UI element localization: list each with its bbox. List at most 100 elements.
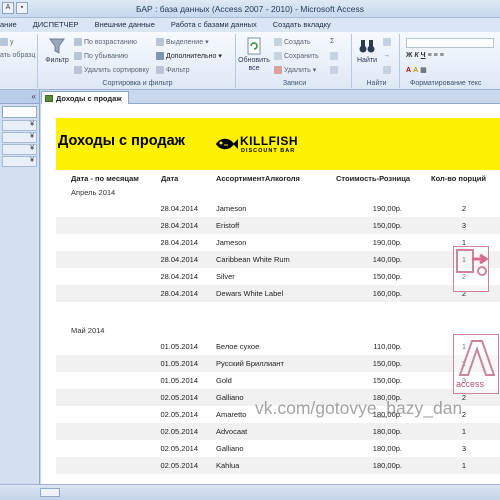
- cell-qty: 2: [461, 204, 467, 213]
- cut-icon: [0, 38, 8, 46]
- chevron-down-icon: ▾: [205, 39, 209, 46]
- cell-date: 28.04.2014: [160, 221, 198, 230]
- cell-assortment: Белое сухое: [216, 342, 260, 351]
- replace-icon: [383, 38, 391, 46]
- selection-icon: [156, 38, 164, 46]
- cell-date: 28.04.2014: [160, 272, 198, 281]
- text-formatting-group: Ж К Ч ≡ ≡ ≡ A A ▦ Форматирование текс: [402, 34, 500, 88]
- delete-record-button[interactable]: Удалить ▾: [274, 66, 316, 74]
- replace-button[interactable]: [383, 38, 391, 46]
- filter-button[interactable]: Фильтр: [43, 37, 71, 64]
- align-right-icon[interactable]: ≡: [440, 52, 444, 59]
- sort-ascending-button[interactable]: По возрастанию: [74, 38, 137, 46]
- goto-button[interactable]: →: [383, 52, 390, 59]
- nav-group[interactable]: ¥: [2, 144, 37, 155]
- cell-date: 01.05.2014: [160, 359, 198, 368]
- cell-price: 150,00р.: [372, 376, 402, 385]
- tab-create-tab[interactable]: Создать вкладку: [265, 18, 339, 32]
- font-name-select[interactable]: [406, 38, 494, 48]
- cell-price: 190,00р.: [372, 238, 402, 247]
- clipboard-group: у ать образц: [0, 34, 38, 88]
- table-row: 28.04.2014 Jameson 190,00р. 2: [56, 200, 500, 217]
- cell-price: 110,00р.: [373, 342, 402, 351]
- table-row: 28.04.2014 Jameson 190,00р. 1: [56, 234, 500, 251]
- chevron-down-icon: ¥: [30, 133, 34, 140]
- cell-assortment: Русский Бриллиант: [216, 359, 284, 368]
- more-icon: [330, 66, 338, 74]
- totals-button[interactable]: Σ: [330, 38, 334, 45]
- table-row: 02.05.2014 Galliano 180,00р. 3: [56, 440, 500, 457]
- cell-assortment: Gold: [216, 376, 232, 385]
- navigation-search-input[interactable]: [2, 106, 37, 118]
- delete-icon: [274, 66, 282, 74]
- watermark-url: vk.com/gotovye_bazy_dan: [255, 398, 463, 418]
- document-tab-report[interactable]: Доходы с продаж: [41, 91, 129, 104]
- chevron-down-icon: ▾: [312, 67, 317, 74]
- nav-group[interactable]: ¥: [2, 120, 37, 131]
- formatting-buttons-row: Ж К Ч ≡ ≡ ≡: [406, 52, 444, 59]
- cell-assortment: Galliano: [216, 444, 244, 453]
- cell-assortment: Dewars White Label: [216, 289, 284, 298]
- spelling-button[interactable]: [330, 52, 338, 60]
- refresh-all-button[interactable]: Обновить все: [238, 37, 270, 73]
- nav-group[interactable]: ¥: [2, 156, 37, 167]
- fill-color-icon[interactable]: ▦: [420, 66, 427, 74]
- save-record-button[interactable]: Сохранить: [274, 52, 319, 60]
- records-group-label: Записи: [282, 80, 307, 87]
- sort-descending-button[interactable]: По убыванию: [74, 52, 128, 60]
- find-group: Найти → Найти: [354, 34, 400, 88]
- font-color-icon[interactable]: A: [406, 67, 411, 74]
- cell-date: 01.05.2014: [160, 342, 198, 351]
- table-row: 01.05.2014 Gold 150,00р. 3: [56, 372, 500, 389]
- spelling-icon: [330, 52, 338, 60]
- bold-icon[interactable]: Ж: [406, 52, 412, 59]
- nav-group[interactable]: ¥: [2, 132, 37, 143]
- remove-sort-button[interactable]: Удалить сортировку: [74, 66, 149, 74]
- align-center-icon[interactable]: ≡: [434, 52, 438, 59]
- selection-button[interactable]: Выделение ▾: [156, 38, 209, 46]
- more-button[interactable]: [330, 66, 338, 74]
- window-title: БАР : база данных (Access 2007 - 2010) -…: [135, 4, 364, 14]
- advanced-filter-button[interactable]: Дополнительно ▾: [156, 52, 222, 60]
- find-button[interactable]: Найти: [354, 37, 380, 64]
- tab-database-tools[interactable]: Работа с базами данных: [163, 18, 265, 32]
- document-tab-strip: Доходы с продаж: [41, 90, 500, 104]
- status-bar: [0, 484, 500, 500]
- toggle-filter-icon: [156, 66, 164, 74]
- new-record-button[interactable]: Создать: [274, 38, 311, 46]
- cell-price: 140,00р.: [372, 255, 402, 264]
- table-row: 28.04.2014 Dewars White Label 160,00р. 2: [56, 285, 500, 302]
- highlight-icon[interactable]: A: [413, 67, 418, 74]
- format-painter-button[interactable]: ать образц: [0, 52, 35, 59]
- cell-price: 150,00р.: [372, 272, 402, 281]
- records-group: Обновить все Создать Сохранить Удалить ▾ …: [238, 34, 352, 88]
- cell-assortment: Amaretto: [216, 410, 247, 419]
- table-row: 28.04.2014 Eristoff 150,00р. 3: [56, 217, 500, 234]
- cell-qty: 3: [461, 221, 467, 230]
- italic-icon[interactable]: К: [414, 52, 418, 59]
- cell-date: 28.04.2014: [160, 289, 198, 298]
- cell-date: 02.05.2014: [160, 410, 198, 419]
- cell-date: 02.05.2014: [160, 427, 198, 436]
- navigation-pane-header[interactable]: «: [0, 90, 39, 104]
- tab-dispatcher[interactable]: ДИСПЕТЧЕР: [25, 18, 87, 32]
- column-header-qty: Кол-во порций: [431, 174, 486, 183]
- toggle-filter-button[interactable]: Фильтр: [156, 66, 190, 74]
- report-page: Доходы с продаж KILLFISH DISCOUNT BAR Да…: [41, 104, 500, 484]
- underline-icon[interactable]: Ч: [421, 52, 426, 59]
- status-scroll-thumb[interactable]: [40, 488, 60, 497]
- refresh-icon: [247, 37, 261, 55]
- sort-filter-group: Фильтр По возрастанию По убыванию Удалит…: [40, 34, 236, 88]
- tab-external-data[interactable]: Внешние данные: [87, 18, 163, 32]
- select-button[interactable]: [383, 66, 391, 74]
- watermark-access-logo-large: access: [453, 334, 499, 394]
- arrow-right-icon: →: [383, 52, 390, 59]
- align-left-icon[interactable]: ≡: [428, 52, 432, 59]
- sort-descending-icon: [74, 52, 82, 60]
- cell-assortment: Galliano: [216, 393, 244, 402]
- cell-price: 180,00р.: [372, 427, 402, 436]
- tab-home[interactable]: ание: [0, 18, 25, 32]
- collapse-icon[interactable]: «: [32, 92, 36, 101]
- group-label: Май 2014: [71, 326, 105, 335]
- cut-button[interactable]: у: [0, 38, 14, 46]
